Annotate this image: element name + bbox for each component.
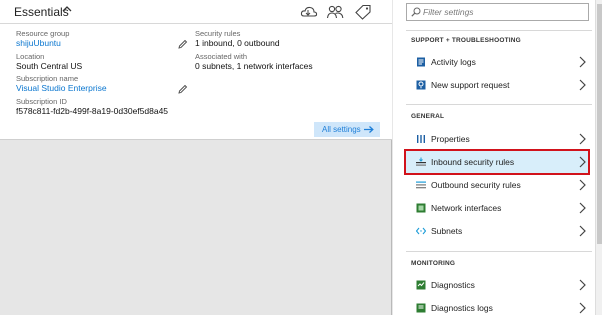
edit-pencil-icon[interactable]: [178, 84, 188, 94]
filter-settings-box[interactable]: [406, 3, 589, 21]
location-field: Location South Central US: [16, 52, 82, 72]
location-label: Location: [16, 52, 45, 61]
all-settings-button[interactable]: All settings: [314, 122, 380, 137]
associated-with-field: Associated with 0 subnets, 1 network int…: [195, 52, 313, 72]
settings-item-label: New support request: [431, 80, 510, 90]
settings-item-label: Subnets: [431, 226, 463, 236]
filter-settings-input[interactable]: [423, 6, 583, 18]
chevron-up-icon[interactable]: [61, 3, 73, 15]
settings-item-new-support-request[interactable]: New support request: [406, 74, 588, 96]
section-divider: [406, 104, 592, 105]
subscription-name-field: Subscription name Visual Studio Enterpri…: [16, 74, 107, 94]
edit-pencil-icon[interactable]: [178, 39, 188, 49]
settings-scrollbar[interactable]: [595, 0, 602, 315]
tag-icon[interactable]: [354, 4, 372, 20]
chevron-right-icon: [579, 56, 586, 68]
chevron-right-icon: [579, 179, 586, 191]
diagnostics-logs-icon: [416, 303, 426, 313]
security-rules-label: Security rules: [195, 29, 241, 38]
section-divider: [406, 30, 592, 31]
section-title-monitoring: MONITORING: [411, 260, 456, 267]
subscription-id-label: Subscription ID: [16, 97, 67, 106]
associated-with-value: 0 subnets, 1 network interfaces: [195, 61, 313, 71]
section-title-general: GENERAL: [411, 113, 445, 120]
settings-item-label: Properties: [431, 134, 470, 144]
resource-group-field: Resource group shijuUbuntu: [16, 29, 69, 49]
settings-item-activity-logs[interactable]: Activity logs: [406, 51, 588, 73]
all-settings-label: All settings: [322, 125, 361, 134]
inbound-rules-icon: [416, 157, 426, 166]
chevron-right-icon: [579, 302, 586, 314]
chevron-right-icon: [579, 133, 586, 145]
properties-icon: [417, 135, 425, 143]
settings-item-outbound-security-rules[interactable]: Outbound security rules: [406, 174, 588, 196]
settings-item-diagnostics[interactable]: Diagnostics: [406, 274, 588, 296]
settings-item-inbound-security-rules[interactable]: Inbound security rules: [404, 149, 590, 175]
essentials-header[interactable]: Essentials: [0, 0, 392, 24]
subscription-name-label: Subscription name: [16, 74, 79, 83]
security-rules-field: Security rules 1 inbound, 0 outbound: [195, 29, 280, 49]
essentials-blade: Essentials Resource group shijuUbuntu Lo…: [0, 0, 392, 315]
subnets-code-icon: [416, 227, 426, 235]
arrow-right-icon: [364, 126, 374, 133]
settings-blade: SUPPORT + TROUBLESHOOTING Activity logs …: [393, 0, 602, 315]
settings-item-label: Inbound security rules: [431, 157, 515, 167]
settings-item-label: Diagnostics: [431, 280, 475, 290]
location-value: South Central US: [16, 61, 83, 71]
support-request-icon: [416, 80, 426, 90]
users-icon[interactable]: [326, 4, 344, 20]
diagnostics-icon: [416, 280, 426, 290]
settings-item-network-interfaces[interactable]: Network interfaces: [406, 197, 588, 219]
settings-item-subnets[interactable]: Subnets: [406, 220, 588, 242]
cloud-icon[interactable]: [300, 4, 318, 20]
activity-log-icon: [417, 57, 425, 67]
chevron-right-icon: [579, 202, 586, 214]
subscription-id-value: f578c811-fd2b-499f-8a19-0d30ef5d8a45: [16, 106, 169, 116]
settings-item-label: Activity logs: [431, 57, 476, 67]
network-interface-icon: [416, 203, 426, 213]
settings-item-properties[interactable]: Properties: [406, 128, 588, 150]
chevron-right-icon: [579, 156, 586, 168]
resource-group-link[interactable]: shijuUbuntu: [16, 38, 69, 49]
section-divider: [406, 251, 592, 252]
settings-item-label: Diagnostics logs: [431, 303, 493, 313]
subscription-id-field: Subscription ID f578c811-fd2b-499f-8a19-…: [16, 97, 168, 117]
chevron-right-icon: [579, 79, 586, 91]
chevron-right-icon: [579, 279, 586, 291]
settings-item-label: Network interfaces: [431, 203, 502, 213]
settings-item-diagnostics-logs[interactable]: Diagnostics logs: [406, 297, 588, 315]
scrollbar-thumb[interactable]: [597, 4, 602, 244]
subscription-name-link[interactable]: Visual Studio Enterprise: [16, 83, 107, 94]
outbound-rules-icon: [416, 181, 426, 189]
chevron-right-icon: [579, 225, 586, 237]
associated-with-label: Associated with: [195, 52, 248, 61]
security-rules-value: 1 inbound, 0 outbound: [195, 38, 280, 48]
resource-group-label: Resource group: [16, 29, 70, 38]
settings-item-label: Outbound security rules: [431, 180, 521, 190]
section-title-support: SUPPORT + TROUBLESHOOTING: [411, 37, 521, 44]
search-icon: [411, 7, 421, 17]
